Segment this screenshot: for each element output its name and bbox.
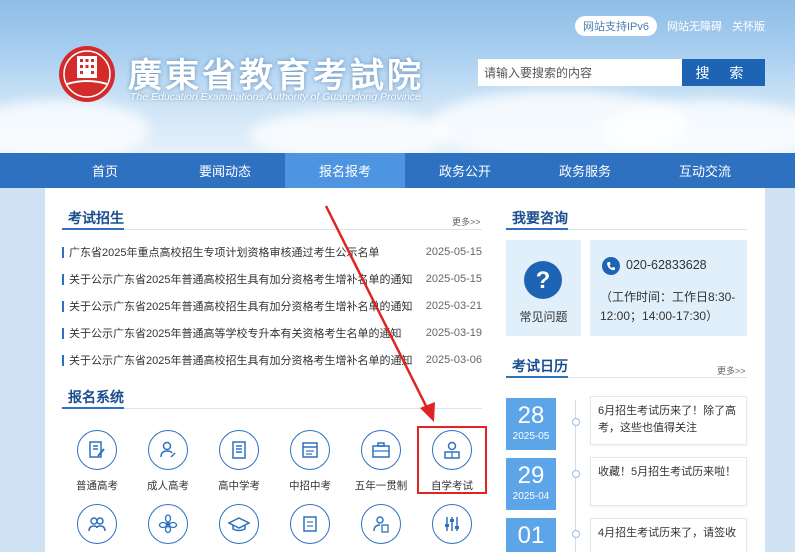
registration-title: 报名系统 [68, 389, 124, 405]
calendar-item[interactable]: 6月招生考试历来了！除了高考，这些也值得关注 [590, 396, 747, 445]
system-academic-test[interactable]: 高中学考 [209, 430, 269, 493]
calendar-day: 01 [517, 522, 545, 549]
svg-text:?: ? [536, 267, 551, 294]
exam-news-more-link[interactable]: 更多>> [452, 215, 481, 228]
care-mode-link[interactable]: 关怀版 [732, 18, 765, 34]
faq-label: 常见问题 [519, 310, 568, 324]
accessibility-link[interactable]: 网站无障碍 [667, 18, 722, 34]
system-item[interactable] [138, 504, 198, 544]
system-adult-exam[interactable]: 成人高考 [138, 430, 198, 493]
system-item[interactable] [209, 504, 269, 544]
system-label: 普通高考 [76, 480, 118, 492]
question-icon: ? [524, 261, 562, 299]
calendar-date: 28 2025-05 [506, 398, 556, 450]
calendar-text: 4月招生考试历来了，请签收 [598, 527, 737, 539]
header-banner: 网站支持IPv6 网站无障碍 关怀版 廣東省教育考試院 The Educatio… [0, 0, 795, 153]
calendar-item[interactable]: 4月招生考试历来了，请签收 [590, 518, 747, 552]
system-label: 中招中考 [289, 480, 331, 492]
timeline-dot [572, 530, 580, 538]
nav-item-home[interactable]: 首页 [45, 153, 165, 188]
graduation-cap-icon [228, 517, 250, 532]
system-item[interactable] [351, 504, 411, 544]
system-zhongkao[interactable]: 中招中考 [280, 430, 340, 493]
nav-item-gov-affairs[interactable]: 政务公开 [405, 153, 525, 188]
calendar-more-link[interactable]: 更多>> [717, 364, 746, 377]
certificate-icon [303, 516, 317, 532]
section-underline [62, 407, 124, 409]
user-edit-icon [160, 441, 176, 458]
nav-item-news[interactable]: 要闻动态 [165, 153, 285, 188]
system-five-year[interactable]: 五年一贯制 [351, 430, 411, 493]
search-button[interactable]: 搜 索 [682, 59, 765, 86]
system-item[interactable] [280, 504, 340, 544]
briefcase-icon [372, 442, 390, 458]
system-item[interactable] [422, 504, 482, 544]
red-arrow-annotation [324, 205, 435, 422]
section-underline [506, 376, 568, 378]
site-subtitle: The Education Examinations Authority of … [130, 91, 421, 103]
book-icon [232, 441, 246, 459]
calendar-sheet-icon [302, 442, 318, 458]
logo-emblem-icon[interactable] [57, 44, 117, 104]
calendar-text: 收藏！5月招生考试历来啦！ [598, 466, 737, 478]
timeline-dot [572, 470, 580, 478]
system-label: 成人高考 [147, 480, 189, 492]
calendar-day: 28 [517, 402, 545, 429]
calendar-date: 29 2025-04 [506, 458, 556, 510]
working-hours: （工作时间：工作日8:30-12:00；14:00-17:30） [600, 290, 736, 323]
system-item[interactable] [67, 504, 127, 544]
sliders-icon [445, 517, 459, 531]
hotline-card: 020-62833628 （工作时间：工作日8:30-12:00；14:00-1… [590, 240, 747, 336]
calendar-month: 2025-04 [512, 491, 550, 502]
calendar-item[interactable]: 收藏！5月招生考试历来啦！ [590, 457, 747, 506]
user-document-icon [373, 516, 389, 533]
consult-title: 我要咨询 [512, 210, 568, 226]
flower-emblem-icon [158, 514, 178, 534]
calendar-title: 考试日历 [512, 358, 568, 374]
section-underline [62, 228, 124, 230]
calendar-date: 01 [506, 518, 556, 552]
exam-news-title: 考试招生 [68, 210, 124, 226]
timeline-dot [572, 418, 580, 426]
calendar-text: 6月招生考试历来了！除了高考，这些也值得关注 [598, 405, 737, 434]
document-pen-icon [89, 441, 105, 458]
system-label: 五年一贯制 [354, 480, 408, 492]
system-label: 高中学考 [218, 480, 260, 492]
site-title: 廣東省教育考試院 [128, 56, 424, 96]
faq-card[interactable]: ? 常见问题 [506, 240, 581, 336]
phone-icon [602, 257, 620, 275]
ipv6-badge: 网站支持IPv6 [574, 16, 657, 36]
highlight-box [417, 426, 487, 494]
main-nav: 首页 要闻动态 报名报考 政务公开 政务服务 互动交流 [0, 153, 795, 188]
users-icon [88, 517, 106, 532]
hotline-number[interactable]: 020-62833628 [626, 258, 707, 272]
nav-item-interaction[interactable]: 互动交流 [645, 153, 765, 188]
section-underline [506, 228, 568, 230]
nav-item-gov-services[interactable]: 政务服务 [525, 153, 645, 188]
search-input[interactable]: 请输入要搜索的内容 [478, 59, 683, 86]
system-gaokao[interactable]: 普通高考 [67, 430, 127, 493]
calendar-month: 2025-05 [512, 431, 550, 442]
nav-item-registration[interactable]: 报名报考 [285, 153, 405, 188]
calendar-day: 29 [517, 462, 545, 489]
